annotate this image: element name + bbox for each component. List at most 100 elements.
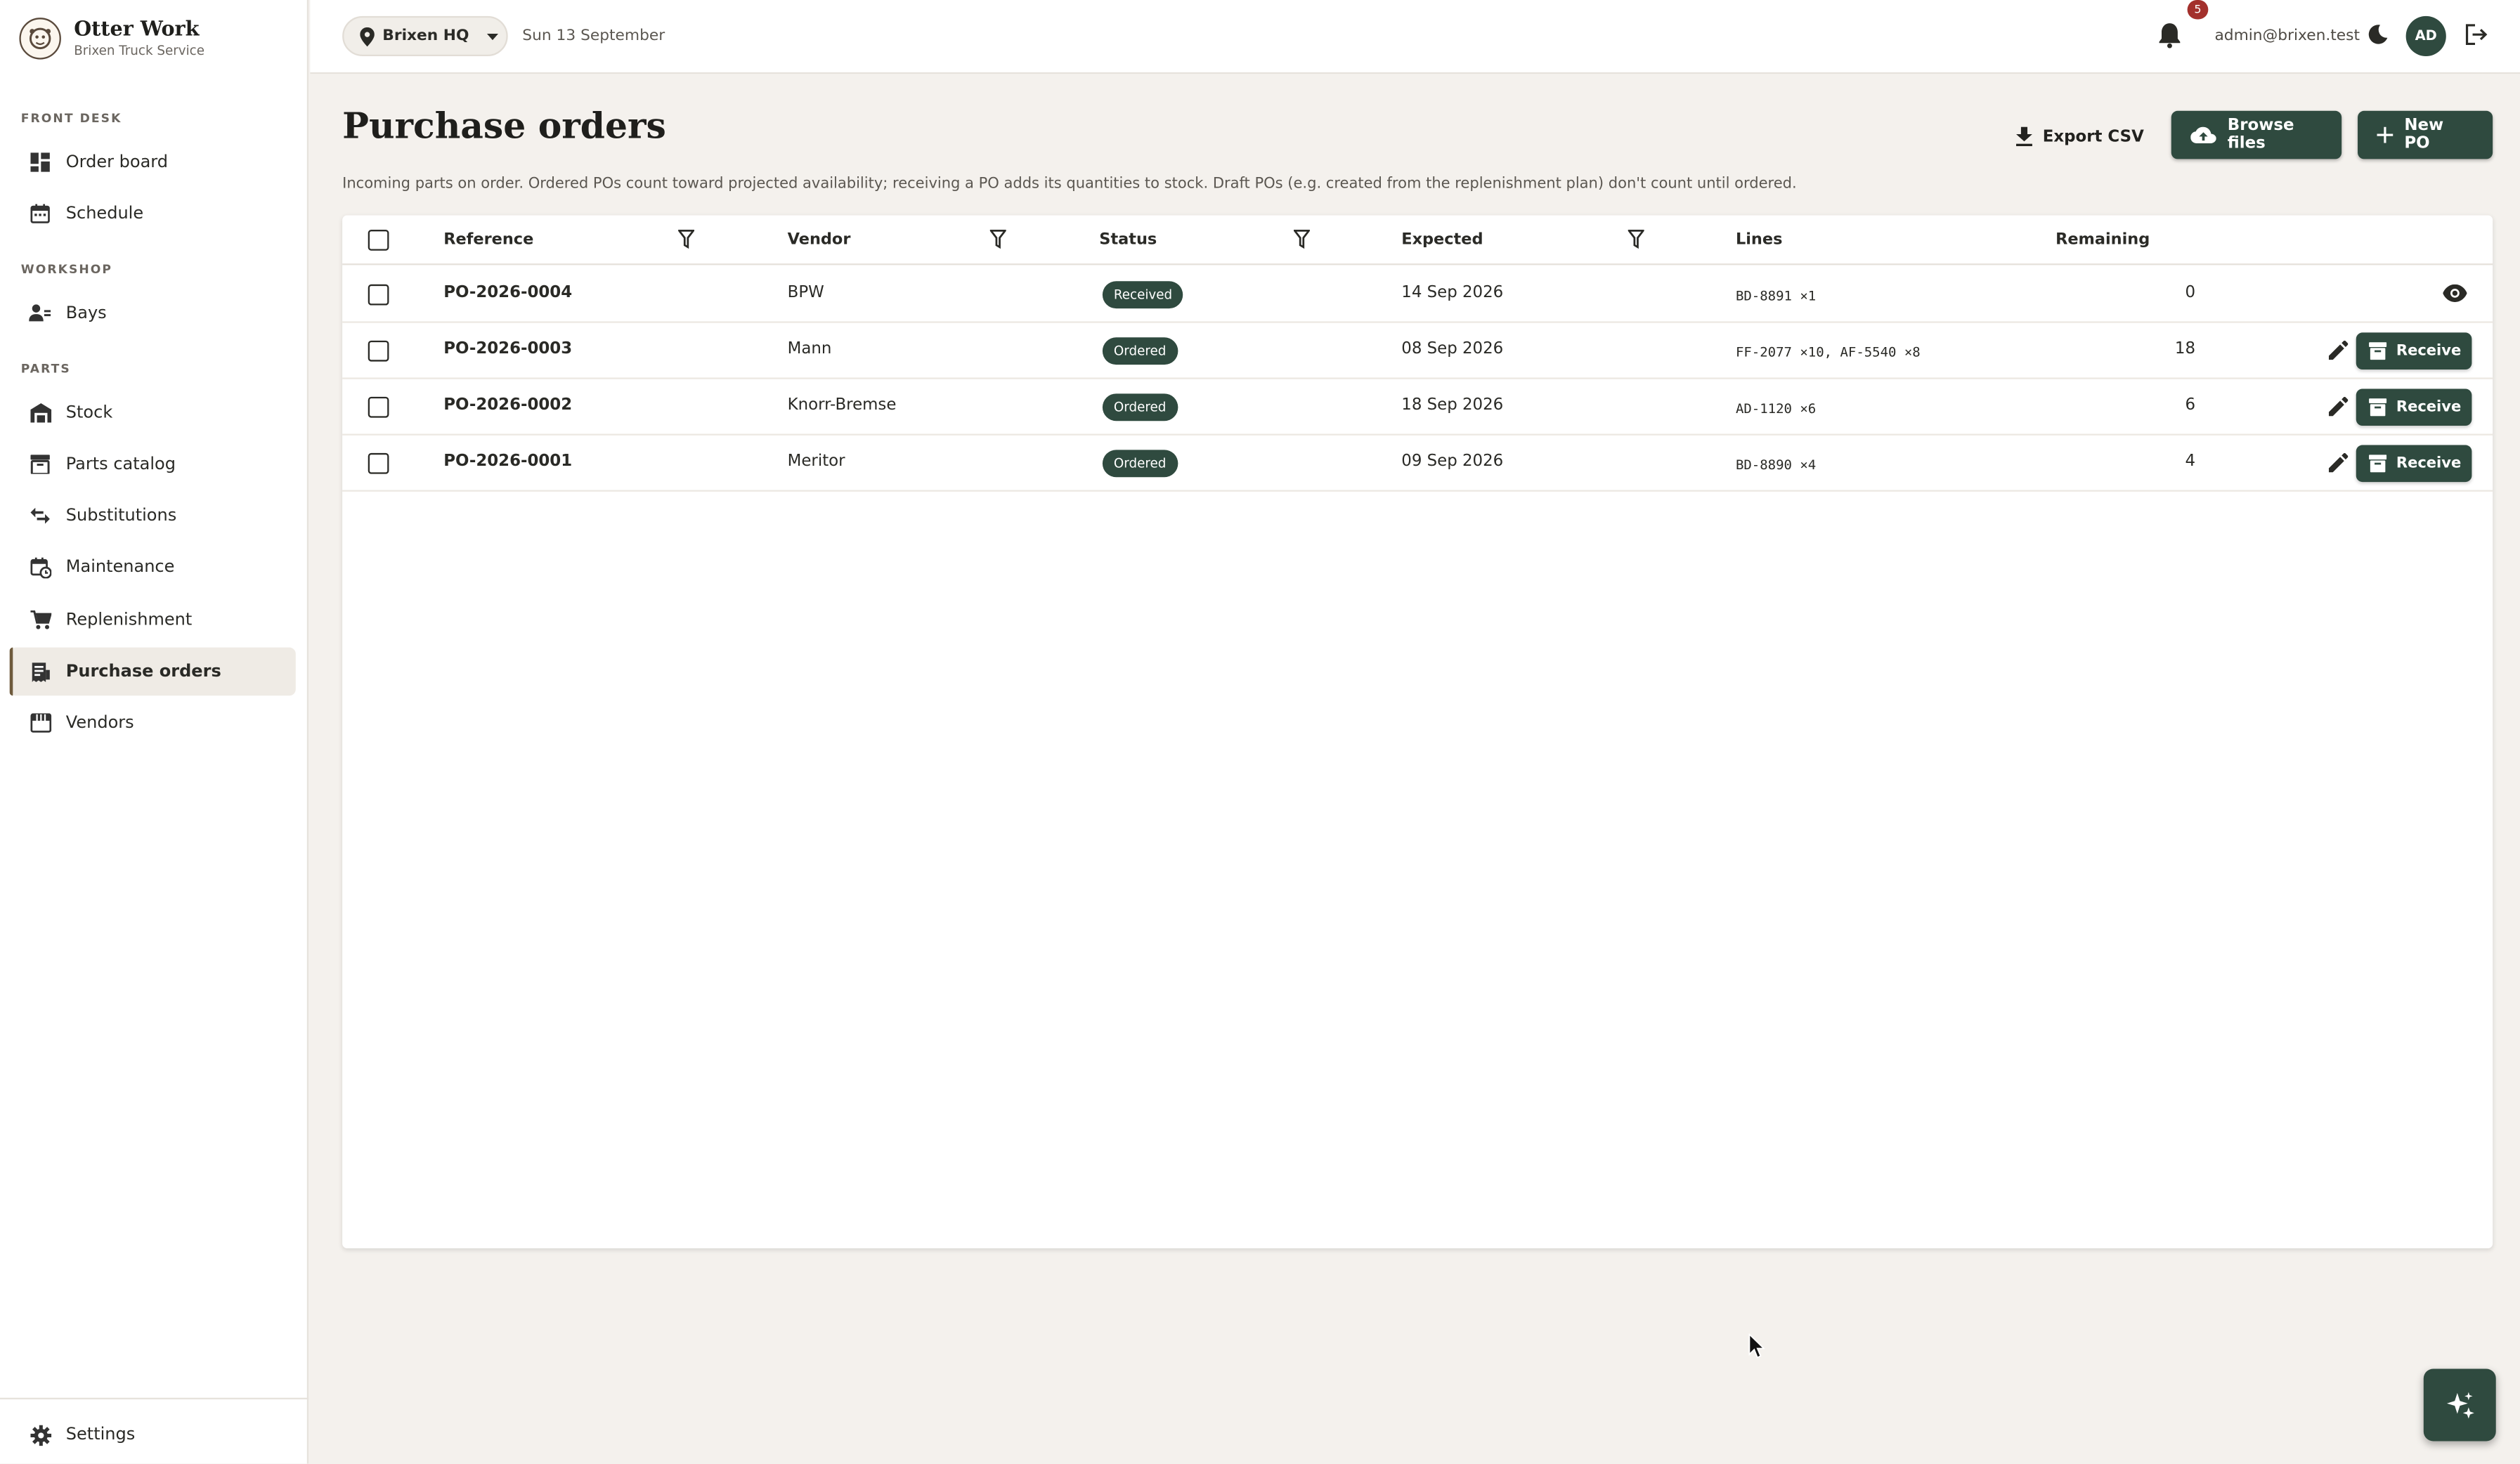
column-header-expected[interactable]: Expected xyxy=(1401,231,1483,249)
column-header-vendor[interactable]: Vendor xyxy=(788,231,851,249)
cloud-upload-icon xyxy=(2190,126,2216,144)
logout-icon[interactable] xyxy=(2465,24,2488,46)
browse-files-button[interactable]: Browse files xyxy=(2171,110,2342,159)
row-checkbox[interactable] xyxy=(368,284,389,306)
bays-icon xyxy=(29,302,51,325)
table-row[interactable]: PO-2026-0003 Mann Ordered 08 Sep 2026 FF… xyxy=(342,323,2493,379)
sidebar-item-parts-catalog[interactable]: Parts catalog xyxy=(10,440,296,489)
sidebar-item-label: Replenishment xyxy=(65,610,193,630)
sidebar-item-schedule[interactable]: Schedule xyxy=(10,190,296,238)
ai-assistant-button[interactable] xyxy=(2423,1368,2496,1442)
filter-vendor-icon[interactable] xyxy=(989,230,1006,249)
status-badge: Ordered xyxy=(1102,393,1178,421)
section-front-desk: FRONT DESK xyxy=(20,110,122,126)
sidebar-item-maintenance[interactable]: Maintenance xyxy=(10,543,296,592)
sidebar-item-vendors[interactable]: Vendors xyxy=(10,699,296,747)
filter-expected-icon[interactable] xyxy=(1628,230,1644,249)
sidebar-item-label: Parts catalog xyxy=(65,455,176,474)
select-all-checkbox[interactable] xyxy=(368,230,389,251)
table-row[interactable]: PO-2026-0002 Knorr-Bremse Ordered 18 Sep… xyxy=(342,379,2493,436)
po-reference[interactable]: PO-2026-0003 xyxy=(443,341,572,358)
filter-reference-icon[interactable] xyxy=(678,230,694,249)
bell-icon[interactable] xyxy=(2158,22,2181,48)
download-icon xyxy=(2015,126,2033,147)
receive-button[interactable]: Receive xyxy=(2356,388,2472,426)
pencil-icon[interactable] xyxy=(2328,340,2349,360)
new-po-label: New PO xyxy=(2404,117,2444,153)
sidebar-item-replenishment[interactable]: Replenishment xyxy=(10,596,296,644)
po-vendor: Mann xyxy=(787,340,832,359)
pencil-icon[interactable] xyxy=(2328,452,2349,473)
sidebar-item-stock[interactable]: Stock xyxy=(10,388,296,437)
sidebar: Otter Work Brixen Truck Service FRONT DE… xyxy=(0,0,309,1464)
store-icon xyxy=(29,712,51,734)
sidebar-item-label: Maintenance xyxy=(65,557,175,577)
location-selector[interactable]: Brixen HQ xyxy=(342,15,508,57)
purchase-orders-table: Reference Vendor Status Expected Lines R… xyxy=(342,215,2493,1248)
dark-mode-moon-icon[interactable] xyxy=(2368,24,2389,45)
sidebar-item-purchase-orders[interactable]: Purchase orders xyxy=(9,647,296,696)
row-checkbox[interactable] xyxy=(368,396,389,418)
sidebar-item-order-board[interactable]: Order board xyxy=(10,138,296,187)
chevron-down-icon xyxy=(486,32,498,40)
row-checkbox[interactable] xyxy=(368,452,389,474)
eye-icon[interactable] xyxy=(2443,284,2467,302)
export-csv-button[interactable]: Export CSV xyxy=(2015,119,2144,154)
location-label: Brixen HQ xyxy=(382,27,469,46)
page-title: Purchase orders xyxy=(342,105,666,148)
status-badge: Received xyxy=(1102,281,1184,309)
brand[interactable]: Otter Work Brixen Truck Service xyxy=(19,16,204,60)
current-date: Sun 13 September xyxy=(522,27,665,46)
pencil-icon[interactable] xyxy=(2328,396,2349,417)
sidebar-item-label: Settings xyxy=(65,1425,136,1445)
table-header: Reference Vendor Status Expected Lines R… xyxy=(342,215,2493,266)
column-header-reference[interactable]: Reference xyxy=(443,231,533,249)
archive-icon xyxy=(2369,398,2387,417)
topbar: Brixen HQ Sun 13 September 5 admin@brixe… xyxy=(310,0,2520,74)
user-email: admin@brixen.test xyxy=(2214,27,2360,46)
receive-label: Receive xyxy=(2396,398,2462,417)
po-lines: BD-8891 ×1 xyxy=(1735,287,1817,304)
table-row[interactable]: PO-2026-0001 Meritor Ordered 09 Sep 2026… xyxy=(342,436,2493,492)
sidebar-item-label: Substitutions xyxy=(65,506,177,525)
receive-button[interactable]: Receive xyxy=(2356,332,2472,370)
column-header-lines: Lines xyxy=(1735,231,1783,249)
sidebar-item-label: Stock xyxy=(65,403,113,423)
po-reference[interactable]: PO-2026-0002 xyxy=(443,397,572,414)
section-workshop: WORKSHOP xyxy=(20,261,113,277)
gear-icon xyxy=(29,1423,51,1446)
sidebar-item-substitutions[interactable]: Substitutions xyxy=(10,492,296,540)
avatar[interactable]: AD xyxy=(2405,15,2446,57)
swap-icon xyxy=(29,504,51,527)
browse-files-label: Browse files xyxy=(2227,117,2294,153)
po-remaining: 6 xyxy=(2185,396,2196,415)
filter-status-icon[interactable] xyxy=(1294,230,1310,249)
po-remaining: 0 xyxy=(2185,284,2196,302)
otter-logo-icon xyxy=(19,17,61,59)
brand-subtitle: Brixen Truck Service xyxy=(74,43,204,58)
po-lines: FF-2077 ×10, AF-5540 ×8 xyxy=(1735,344,1921,360)
po-reference[interactable]: PO-2026-0004 xyxy=(443,285,572,302)
mouse-cursor-icon xyxy=(1748,1333,1765,1359)
po-vendor: Knorr-Bremse xyxy=(787,396,897,415)
column-header-remaining[interactable]: Remaining xyxy=(2055,231,2150,249)
table-row[interactable]: PO-2026-0004 BPW Received 14 Sep 2026 BD… xyxy=(342,267,2493,323)
plus-icon xyxy=(2377,126,2394,143)
column-header-status[interactable]: Status xyxy=(1099,231,1157,249)
receive-button[interactable]: Receive xyxy=(2356,445,2472,483)
catalog-icon xyxy=(29,453,51,476)
sidebar-item-label: Order board xyxy=(65,152,168,172)
po-remaining: 18 xyxy=(2174,340,2196,359)
calendar-icon xyxy=(29,202,51,225)
po-reference[interactable]: PO-2026-0001 xyxy=(443,453,572,471)
cart-icon xyxy=(29,609,51,632)
archive-icon xyxy=(2369,455,2387,473)
po-expected: 18 Sep 2026 xyxy=(1401,396,1504,415)
archive-icon xyxy=(2369,342,2387,360)
po-expected: 08 Sep 2026 xyxy=(1401,340,1504,359)
sidebar-item-bays[interactable]: Bays xyxy=(10,289,296,338)
new-po-button[interactable]: New PO xyxy=(2358,110,2493,159)
row-checkbox[interactable] xyxy=(368,340,389,362)
calendar-clock-icon xyxy=(29,556,51,578)
sidebar-item-settings[interactable]: Settings xyxy=(10,1411,296,1459)
